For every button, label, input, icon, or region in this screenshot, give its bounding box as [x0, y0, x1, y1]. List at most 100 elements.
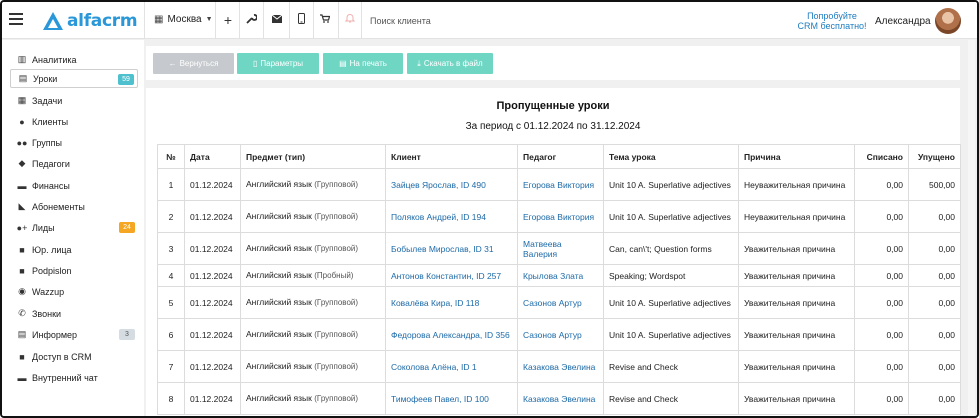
print-button[interactable]: ▤ На печать — [323, 53, 403, 74]
clipboard-icon: ▦ — [17, 95, 27, 105]
topic-cell: Unit 10 A. Superlative adjectives — [603, 286, 739, 319]
missed-cell: 0,00 — [908, 264, 961, 287]
user-icon: ● — [19, 116, 25, 127]
sidebar-item[interactable]: ■ Юр. лица — [10, 240, 138, 259]
column-header: Предмет (тип) — [240, 144, 386, 169]
sidebar-item-label: Группы — [32, 137, 62, 148]
teacher-link[interactable]: Егорова Виктория — [523, 180, 594, 190]
row-number-cell: 3 — [157, 232, 185, 265]
phone-icon: ✆ — [18, 308, 26, 318]
lesson-type: (Групповой) — [314, 180, 359, 189]
sidebar-item[interactable]: ▬ Внутренний чат — [10, 368, 138, 387]
teacher-link[interactable]: Матвеева Валерия — [523, 239, 562, 259]
menu-icon[interactable] — [9, 13, 23, 25]
top-bar: alfacrm ▦ Москва ▼ + Поиск клиента Попро… — [2, 2, 977, 39]
column-header: Дата — [184, 144, 241, 169]
subject-cell: Английский язык (Групповой) — [240, 382, 386, 415]
user-name[interactable]: Александра — [875, 16, 931, 27]
client-cell: Федорова Александра, ID 356 — [385, 318, 518, 351]
divider — [144, 2, 145, 39]
lock-icon: ■ — [19, 351, 25, 362]
sidebar-item[interactable]: ✆ Звонки — [10, 304, 138, 323]
sidebar-item[interactable]: ●+ Лиды 24 — [10, 218, 138, 237]
sidebar-item-label: Финансы — [32, 180, 70, 191]
table-row: 7 01.12.2024 Английский язык (Групповой) Со… — [157, 350, 961, 383]
sidebar-item[interactable]: ◉ Wazzup — [10, 282, 138, 301]
teacher-link[interactable]: Сазонов Артур — [523, 330, 582, 340]
sidebar-item[interactable]: ▥ Аналитика — [10, 50, 138, 69]
sidebar-item-label: Podpislon — [32, 265, 72, 276]
client-link[interactable]: Федорова Александра, ID 356 — [391, 330, 510, 340]
table-row: 4 01.12.2024 Английский язык (Пробный) Анто… — [157, 264, 961, 287]
sidebar-item[interactable]: ● Клиенты — [10, 112, 138, 131]
mail-icon[interactable] — [270, 13, 284, 27]
back-button-label: Вернуться — [179, 59, 219, 68]
client-link[interactable]: Поляков Андрей, ID 194 — [391, 212, 486, 222]
branch-selector[interactable]: ▦ Москва ▼ — [154, 14, 213, 25]
chart-icon: ▥ — [17, 54, 27, 64]
reason-cell: Неуважительная причина — [738, 200, 855, 233]
charged-cell: 0,00 — [854, 286, 909, 319]
sidebar-item[interactable]: ●● Группы — [10, 133, 138, 152]
row-number-cell: 5 — [157, 286, 185, 319]
lesson-type: (Групповой) — [314, 362, 359, 371]
scrollbar[interactable] — [968, 40, 975, 416]
sidebar-item[interactable]: ◣ Абонементы — [10, 197, 138, 216]
sidebar-item[interactable]: ■ Podpislon — [10, 261, 138, 280]
teacher-link[interactable]: Крылова Злата — [523, 271, 583, 281]
client-link[interactable]: Антонов Константин, ID 257 — [391, 271, 501, 281]
missed-lessons-table: № Дата Предмет (тип) Клиент Педагог Тема урок… — [157, 144, 961, 415]
sidebar-item-label: Лиды — [32, 222, 55, 233]
teacher-link[interactable]: Казакова Эвелина — [523, 362, 595, 372]
subject-cell: Английский язык (Пробный) — [240, 264, 386, 287]
client-link[interactable]: Бобылев Мирослав, ID 31 — [391, 244, 494, 254]
charged-cell: 0,00 — [854, 318, 909, 351]
missed-cell: 0,00 — [908, 200, 961, 233]
newspaper-icon: ▤ — [17, 329, 27, 339]
search-input[interactable] — [362, 10, 662, 32]
plus-icon[interactable]: + — [221, 13, 235, 27]
sidebar-item[interactable]: ◆ Педагоги — [10, 154, 138, 173]
charged-cell: 0,00 — [854, 350, 909, 383]
bell-icon[interactable] — [343, 13, 357, 27]
try-crm-free-link[interactable]: Попробуйте CRM бесплатно! — [782, 11, 882, 31]
row-number-cell: 6 — [157, 318, 185, 351]
teacher-link[interactable]: Казакова Эвелина — [523, 394, 595, 404]
sidebar-item[interactable]: ▤ Уроки 59 — [10, 69, 138, 88]
report-title: Пропущенные уроки — [496, 100, 610, 112]
divider — [263, 2, 264, 39]
client-link[interactable]: Тимофеев Павел, ID 100 — [391, 394, 489, 404]
sidebar-item[interactable]: ▦ Задачи — [10, 91, 138, 110]
sidebar-item[interactable]: ■ Доступ в CRM — [10, 347, 138, 366]
client-link[interactable]: Ковалёва Кира, ID 118 — [391, 298, 479, 308]
parameters-button[interactable]: ▯ Параметры — [237, 53, 319, 74]
sidebar-item-label: Доступ в CRM — [32, 351, 92, 362]
sidebar-item[interactable]: ▤ Информер 3 — [10, 325, 138, 344]
download-button[interactable]: ⤓ Скачать в файл — [407, 53, 493, 74]
teacher-link[interactable]: Сазонов Артур — [523, 298, 582, 308]
client-link[interactable]: Соколова Алёна, ID 1 — [391, 362, 477, 372]
download-button-label: Скачать в файл — [423, 59, 483, 68]
logo[interactable]: alfacrm — [42, 10, 138, 32]
sidebar-item[interactable]: ▬ Финансы — [10, 176, 138, 195]
app-window: alfacrm ▦ Москва ▼ + Поиск клиента Попро… — [0, 0, 979, 418]
cart-icon[interactable] — [318, 13, 332, 27]
client-cell: Бобылев Мирослав, ID 31 — [385, 232, 518, 265]
mobile-icon[interactable] — [294, 13, 308, 27]
back-button[interactable]: ← Вернуться — [153, 53, 234, 74]
calendar-icon: ▤ — [18, 73, 28, 83]
wrench-icon[interactable] — [244, 13, 258, 27]
avatar[interactable] — [935, 8, 961, 34]
subject-cell: Английский язык (Групповой) — [240, 286, 386, 319]
column-header: Тема урока — [603, 144, 739, 169]
row-number-cell: 4 — [157, 264, 185, 287]
topic-cell: Unit 10 A. Superlative adjectives — [603, 200, 739, 233]
client-link[interactable]: Зайцев Ярослав, ID 490 — [391, 180, 486, 190]
reason-cell: Уважительная причина — [738, 264, 855, 287]
client-cell: Ковалёва Кира, ID 118 — [385, 286, 518, 319]
tag-icon: ◣ — [18, 201, 26, 211]
reason-cell: Неуважительная причина — [738, 168, 855, 201]
subject-cell: Английский язык (Групповой) — [240, 200, 386, 233]
teacher-link[interactable]: Егорова Виктория — [523, 212, 594, 222]
lesson-type: (Пробный) — [314, 271, 354, 280]
